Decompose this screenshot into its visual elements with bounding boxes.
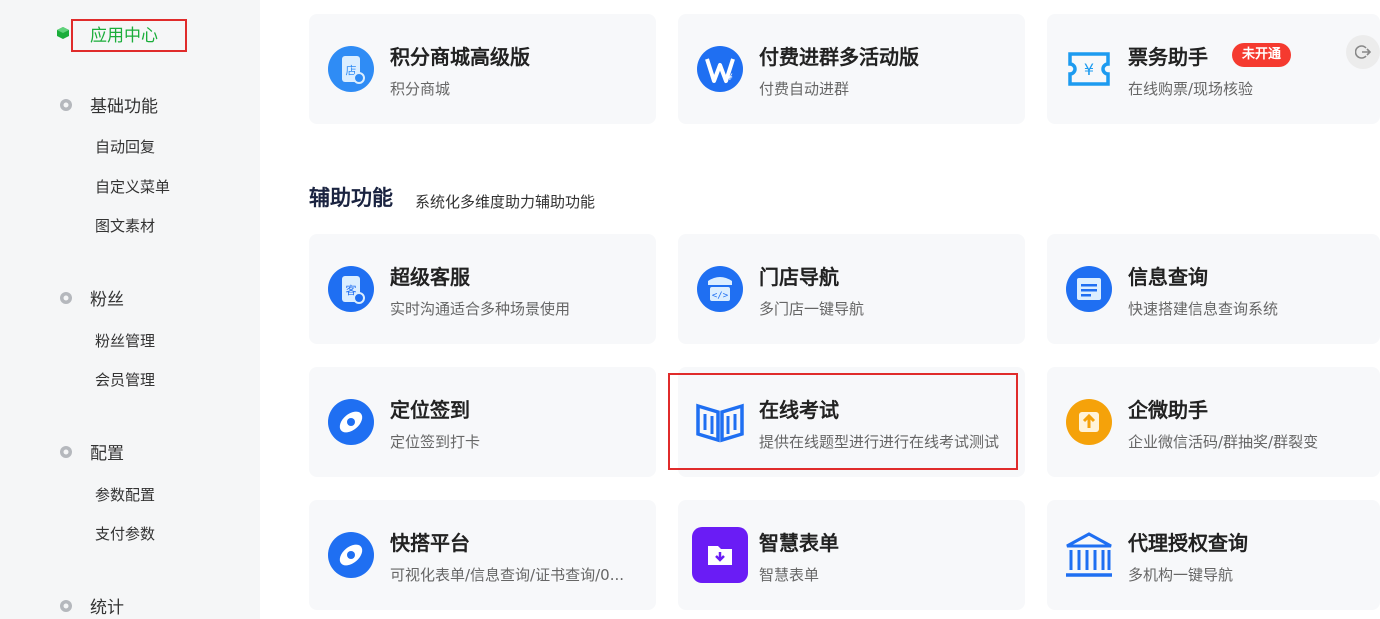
cube-icon [57,27,69,39]
app-card-super-service[interactable]: 客 超级客服 实时沟通适合多种场景使用 [309,234,656,344]
sidebar-item-media[interactable]: 图文素材 [95,215,155,236]
card-title: 信息查询 [1128,265,1208,289]
sidebar-group-basic[interactable]: 基础功能 [58,92,158,117]
sidebar-item-fans-manage[interactable]: 粉丝管理 [95,330,155,351]
sidebar-item-auto-reply[interactable]: 自动回复 [95,136,155,157]
store-navigation-icon: </> [692,261,748,317]
card-title: 快搭平台 [390,531,470,555]
card-desc: 积分商城 [390,80,451,98]
card-desc: 多机构一键导航 [1128,566,1234,584]
info-query-icon [1061,261,1117,317]
highlight-box [71,19,187,52]
card-desc: 企业微信活码/群抽奖/群裂变 [1128,433,1319,451]
sidebar-group-config[interactable]: 配置 [58,439,124,464]
quick-build-icon [323,527,379,583]
sidebar-group-label: 配置 [90,444,124,464]
card-desc: 智慧表单 [759,566,820,584]
svg-text:</>: </> [712,291,729,301]
card-title: 企微助手 [1128,398,1208,422]
gear-icon [60,445,72,458]
app-card-store-navigation[interactable]: </> 门店导航 多门店一键导航 [678,234,1025,344]
sidebar-item-members[interactable]: 会员管理 [95,369,155,390]
logout-icon [1355,45,1371,59]
card-desc: 实时沟通适合多种场景使用 [390,300,571,318]
svg-text:¥: ¥ [1084,60,1094,79]
sidebar-item-params[interactable]: 参数配置 [95,484,155,505]
card-desc: 在线购票/现场核验 [1128,80,1254,98]
paid-group-icon: ¥ [692,41,748,97]
card-title: 积分商城高级版 [390,45,530,69]
app-card-points-mall[interactable]: 店 积分商城高级版 积分商城 [309,14,656,124]
app-card-info-query[interactable]: 信息查询 快速搭建信息查询系统 [1047,234,1380,344]
app-card-quick-build[interactable]: 快搭平台 可视化表单/信息查询/证书查询/0... [309,500,656,610]
gear-icon [60,599,72,612]
sidebar-item-payment[interactable]: 支付参数 [95,523,155,544]
location-checkin-icon [323,394,379,450]
gear-icon [60,291,72,304]
app-card-smart-form[interactable]: 智慧表单 智慧表单 [678,500,1025,610]
sidebar-group-stats[interactable]: 统计 [58,593,124,618]
highlight-box [668,373,1018,470]
card-title: 付费进群多活动版 [759,45,919,69]
authorization-icon [1061,527,1117,583]
wecom-assistant-icon [1061,394,1117,450]
sidebar-group-label: 统计 [90,598,124,618]
card-title: 超级客服 [390,265,470,289]
section-subtitle: 系统化多维度助力辅助功能 [415,193,596,211]
gear-icon [60,98,72,111]
logout-button[interactable] [1346,35,1380,69]
status-badge: 未开通 [1232,43,1292,67]
card-desc: 可视化表单/信息查询/证书查询/0... [390,566,625,584]
ticket-icon: ¥ [1061,41,1117,97]
app-card-location-checkin[interactable]: 定位签到 定位签到打卡 [309,367,656,477]
app-card-ticket[interactable]: ¥ 票务助手 未开通 在线购票/现场核验 [1047,14,1380,124]
card-title: 定位签到 [390,398,470,422]
card-desc: 付费自动进群 [759,80,850,98]
app-card-paid-group[interactable]: ¥ 付费进群多活动版 付费自动进群 [678,14,1025,124]
app-card-wecom-assistant[interactable]: 企微助手 企业微信活码/群抽奖/群裂变 [1047,367,1380,477]
card-title: 代理授权查询 [1128,531,1248,555]
card-desc: 定位签到打卡 [390,433,481,451]
main-content: 店 积分商城高级版 积分商城 ¥ 付费进群多活动版 付费自动进群 ¥ 票务助手 … [260,0,1380,619]
card-title: 门店导航 [759,265,839,289]
customer-service-icon: 客 [323,261,379,317]
sidebar: 应用中心 基础功能 自动回复 自定义菜单 图文素材 粉丝 粉丝管理 会员管理 配… [0,0,260,619]
app-card-authorization[interactable]: 代理授权查询 多机构一键导航 [1047,500,1380,610]
card-title: 智慧表单 [759,531,839,555]
sidebar-group-fans[interactable]: 粉丝 [58,285,124,310]
sidebar-group-label: 基础功能 [90,97,158,117]
card-desc: 快速搭建信息查询系统 [1128,300,1279,318]
svg-text:¥: ¥ [727,73,733,83]
smart-form-icon [692,527,748,583]
card-title: 票务助手 [1128,45,1208,69]
sidebar-group-label: 粉丝 [90,290,124,310]
sidebar-item-custom-menu[interactable]: 自定义菜单 [95,176,170,197]
section-title: 辅助功能 [309,186,393,210]
store-icon: 店 [323,41,379,97]
card-desc: 多门店一键导航 [759,300,865,318]
